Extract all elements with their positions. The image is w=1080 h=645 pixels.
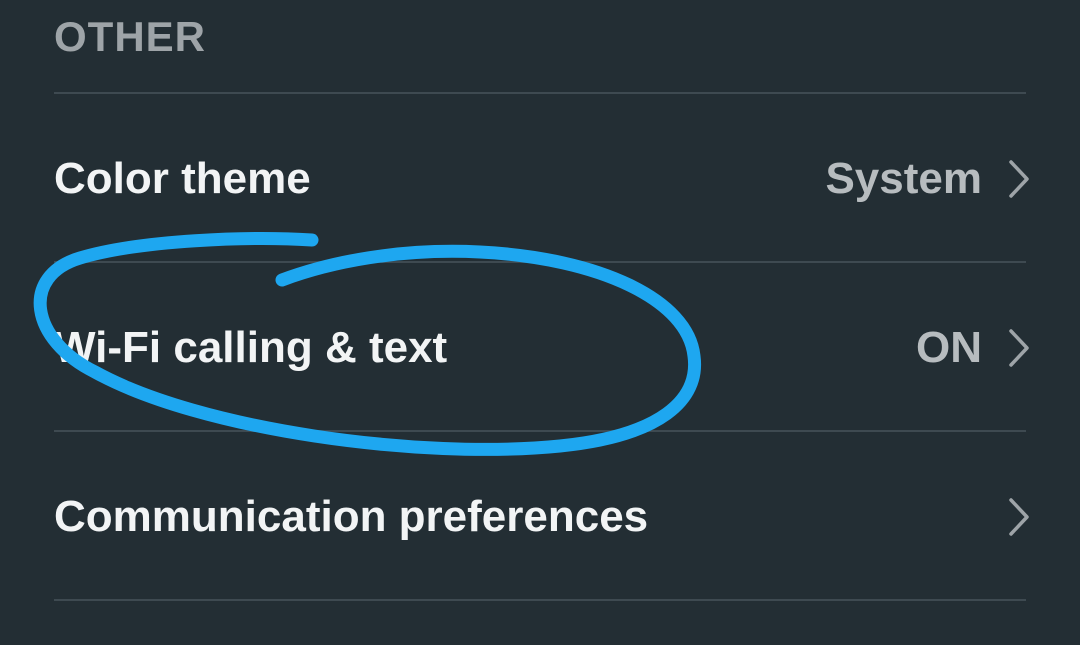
setting-value-color-theme: System [825, 154, 982, 203]
setting-label-color-theme: Color theme [54, 154, 311, 203]
setting-row-wifi-calling[interactable]: Wi-Fi calling & text ON [54, 264, 1030, 432]
setting-row-color-theme[interactable]: Color theme System [54, 95, 1030, 263]
divider [54, 430, 1026, 432]
setting-label-wifi-calling: Wi-Fi calling & text [54, 323, 448, 372]
chevron-right-icon [1009, 160, 1029, 198]
setting-row-communication-preferences[interactable]: Communication preferences [54, 433, 1030, 601]
divider [54, 261, 1026, 263]
divider [54, 92, 1026, 94]
setting-value-wifi-calling: ON [916, 323, 982, 372]
section-header-other: OTHER [54, 13, 206, 60]
setting-label-communication-preferences: Communication preferences [54, 492, 649, 541]
chevron-right-icon [1009, 329, 1029, 367]
divider [54, 599, 1026, 601]
chevron-right-icon [1009, 498, 1029, 536]
